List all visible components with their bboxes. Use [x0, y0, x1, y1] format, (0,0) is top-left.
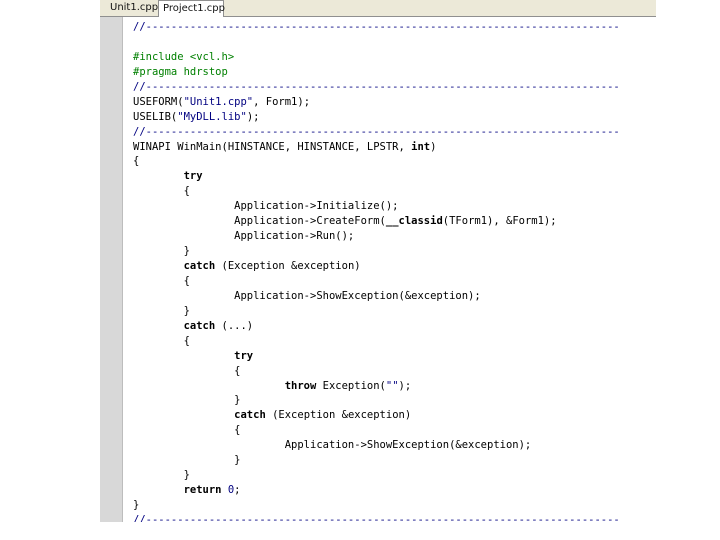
code-token-plain: (Exception &exception) [265, 409, 412, 422]
code-token-comment: //--------------------------------------… [133, 21, 620, 33]
code-token-plain: ); [246, 110, 260, 123]
code-token-string: "" [385, 379, 399, 392]
code-token-keyword: int [411, 140, 431, 153]
code-token-keyword: throw [284, 379, 317, 392]
code-line: //--------------------------------------… [133, 125, 620, 140]
code-line: //--------------------------------------… [133, 20, 620, 35]
code-line: Application->Initialize(); [133, 199, 620, 214]
code-token-plain: } [133, 469, 190, 482]
code-line: { [133, 364, 620, 379]
code-token-comment: //--------------------------------------… [133, 80, 620, 93]
code-line: } [133, 244, 620, 259]
code-token-plain: Application->CreateForm( [133, 215, 386, 228]
code-token-plain: { [133, 185, 190, 198]
code-token-plain: Application->ShowException(&exception); [133, 289, 481, 302]
code-line: } [133, 453, 620, 468]
code-line: } [133, 498, 620, 513]
code-token-plain: { [133, 424, 241, 437]
code-token-plain: , Form1); [253, 95, 311, 108]
code-line: //--------------------------------------… [133, 513, 620, 522]
code-line: WINAPI WinMain(HINSTANCE, HINSTANCE, LPS… [133, 140, 620, 155]
code-line: catch (...) [133, 319, 620, 334]
code-lines: //--------------------------------------… [133, 20, 620, 522]
code-token-keyword: catch [234, 409, 266, 422]
code-token-keyword: catch [183, 319, 216, 332]
code-token-plain: { [133, 274, 190, 287]
code-line: { [133, 423, 620, 438]
code-token-plain: USEFORM( [133, 95, 184, 108]
code-token-plain: } [133, 499, 140, 511]
code-editor-area[interactable]: //--------------------------------------… [124, 17, 656, 522]
file-tab-bar: Unit1.cpp Project1.cpp [100, 0, 656, 17]
code-token-plain: } [133, 304, 190, 317]
code-token-plain: ; [234, 484, 241, 497]
code-token-keyword: return [183, 484, 222, 497]
code-line: USEFORM("Unit1.cpp", Form1); [133, 95, 620, 110]
code-line: throw Exception(""); [133, 379, 620, 394]
code-token-keyword: __classid [385, 215, 443, 228]
code-line: { [133, 184, 620, 199]
code-token-plain: ); [398, 379, 412, 392]
code-token-comment: //--------------------------------------… [133, 125, 620, 138]
code-token-plain: WINAPI WinMain(HINSTANCE, HINSTANCE, LPS… [133, 140, 412, 153]
code-line: catch (Exception &exception) [133, 408, 620, 423]
code-token-plain: } [133, 454, 241, 467]
code-token-string: "Unit1.cpp" [183, 95, 254, 108]
code-line: #include <vcl.h> [133, 50, 620, 65]
code-token-plain: { [133, 364, 241, 377]
code-token-plain: (...) [215, 319, 254, 332]
code-token-comment: //--------------------------------------… [133, 513, 620, 522]
code-token-keyword: catch [183, 260, 216, 272]
code-line: //--------------------------------------… [133, 80, 620, 95]
code-line: Application->ShowException(&exception); [133, 438, 620, 453]
code-token-string: "MyDLL.lib" [177, 110, 247, 123]
code-line: } [133, 468, 620, 483]
code-token-plain: } [133, 394, 241, 407]
code-line: { [133, 334, 620, 349]
code-line: try [133, 169, 620, 184]
code-token-plain: USELIB( [133, 110, 178, 123]
code-token-plain: } [133, 245, 190, 258]
code-token-plain: { [133, 155, 140, 168]
code-line: catch (Exception &exception) [133, 259, 620, 274]
code-line: { [133, 154, 620, 169]
code-line: Application->CreateForm(__classid(TForm1… [133, 214, 620, 229]
code-line: } [133, 393, 620, 408]
tab-unit1-cpp[interactable]: Unit1.cpp [106, 0, 158, 15]
code-token-plain: (Exception &exception) [215, 260, 361, 272]
code-line: USELIB("MyDLL.lib"); [133, 110, 620, 125]
code-token-keyword: try [234, 349, 254, 362]
code-token-plain: { [133, 334, 190, 347]
code-token-plain: Application->ShowException(&exception); [133, 439, 532, 452]
code-line: try [133, 349, 620, 364]
code-line: Application->ShowException(&exception); [133, 289, 620, 304]
editor-gutter[interactable] [100, 17, 123, 522]
code-token-plain: Application->Run(); [133, 230, 355, 243]
code-token-plain: (TForm1), &Form1); [442, 215, 557, 228]
code-editor-window: Unit1.cpp Project1.cpp //---------------… [100, 0, 656, 522]
tab-project1-cpp[interactable]: Project1.cpp [158, 0, 225, 17]
code-token-plain: Exception( [316, 379, 386, 392]
code-token-directive: #pragma hdrstop [133, 65, 228, 78]
code-token-directive: #include <vcl.h> [133, 50, 235, 63]
code-line: Application->Run(); [133, 229, 620, 244]
code-line: { [133, 274, 620, 289]
code-token-plain: Application->Initialize(); [133, 200, 399, 213]
code-line: } [133, 304, 620, 319]
code-line: return 0; [133, 483, 620, 498]
code-token-keyword: try [183, 170, 203, 183]
code-token-plain: ) [430, 140, 437, 153]
code-line: #pragma hdrstop [133, 65, 620, 80]
